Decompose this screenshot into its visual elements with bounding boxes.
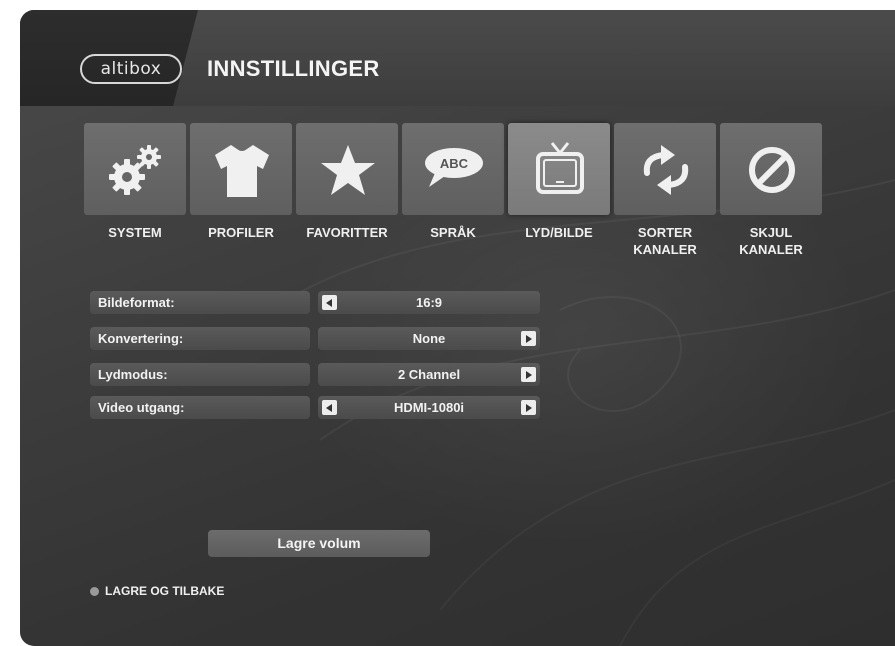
menu-tile-favoritter[interactable] — [296, 123, 398, 215]
menu-label-skjul-kanaler: SKJUL KANALER — [739, 225, 803, 257]
tv-icon — [536, 142, 584, 194]
setting-value-text: 2 Channel — [397, 367, 461, 382]
setting-value-bildeformat[interactable]: 16:9 — [318, 291, 540, 314]
menu-label-sprak: SPRÅK — [430, 225, 476, 240]
menu-label-profiler: PROFILER — [208, 225, 274, 240]
prohibited-icon — [749, 147, 795, 193]
menu-label-sorter-kanaler: SORTER KANALER — [633, 225, 697, 257]
setting-label-bildeformat: Bildeformat: — [90, 291, 310, 314]
save-and-back-label[interactable]: LAGRE OG TILBAKE — [105, 584, 224, 598]
menu-tile-profiler[interactable] — [190, 123, 292, 215]
menu-label-system: SYSTEM — [108, 225, 162, 240]
menu-tile-sorter-kanaler[interactable] — [614, 123, 716, 215]
settings-screen: altibox INNSTILLINGER ABC SYSTEM PROFILE… — [20, 10, 895, 646]
speech-bubble-text: ABC — [440, 156, 469, 171]
sort-arrows-icon — [643, 145, 689, 195]
red-button-indicator — [90, 587, 99, 596]
setting-label-konvertering: Konvertering: — [90, 327, 310, 350]
arrow-right-icon[interactable] — [521, 400, 536, 415]
altibox-logo: altibox — [80, 54, 182, 84]
menu-tile-skjul-kanaler[interactable] — [720, 123, 822, 215]
speech-bubble-icon: ABC — [425, 148, 483, 187]
setting-value-konvertering[interactable]: None — [318, 327, 540, 350]
setting-value-text: None — [412, 331, 446, 346]
tshirt-icon — [215, 145, 269, 197]
setting-value-text: HDMI-1080i — [393, 400, 465, 415]
arrow-right-icon[interactable] — [521, 331, 536, 346]
menu-tile-sprak[interactable]: ABC — [402, 123, 504, 215]
menu-label-favoritter: FAVORITTER — [306, 225, 388, 240]
setting-label-lydmodus: Lydmodus: — [90, 363, 310, 386]
gears-icon — [109, 145, 161, 195]
menu-label-lyd-bilde: LYD/BILDE — [525, 225, 593, 240]
star-icon — [321, 145, 375, 195]
menu-tile-lyd-bilde[interactable] — [508, 123, 610, 215]
menu-tile-system[interactable] — [84, 123, 186, 215]
arrow-right-icon[interactable] — [521, 367, 536, 382]
setting-value-text: 16:9 — [415, 295, 443, 310]
setting-value-video-utgang[interactable]: HDMI-1080i — [318, 396, 540, 419]
arrow-left-icon[interactable] — [322, 400, 337, 415]
page-title: INNSTILLINGER — [207, 56, 380, 81]
save-volume-button[interactable]: Lagre volum — [208, 530, 430, 557]
arrow-left-icon[interactable] — [322, 295, 337, 310]
setting-value-lydmodus[interactable]: 2 Channel — [318, 363, 540, 386]
setting-label-video-utgang: Video utgang: — [90, 396, 310, 419]
